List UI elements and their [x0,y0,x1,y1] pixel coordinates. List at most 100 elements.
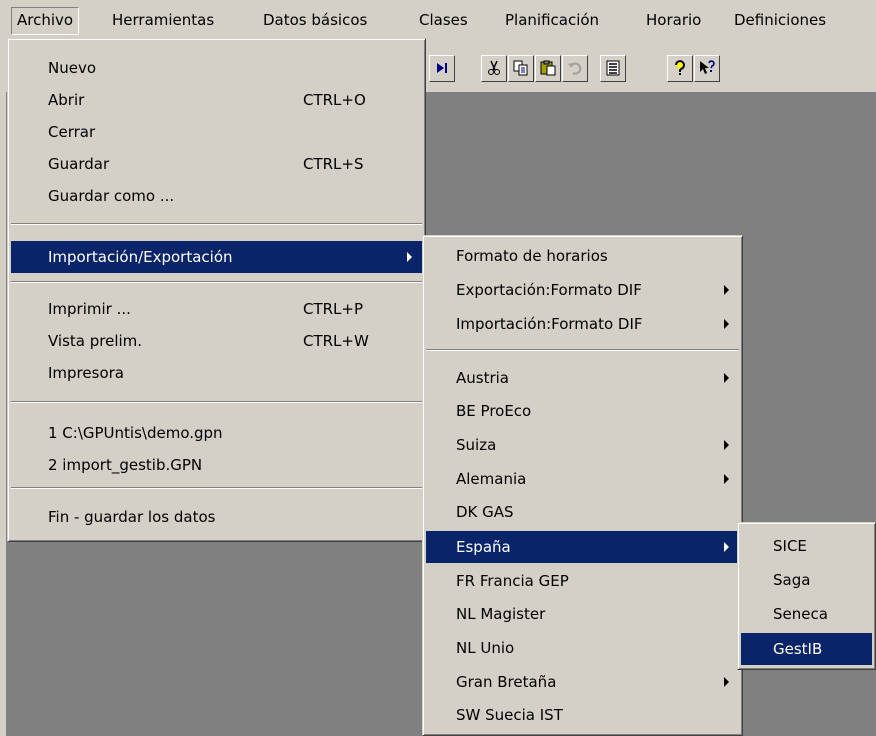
menu-horario[interactable]: Horario [641,7,706,33]
submenu-arrow-icon [724,285,729,295]
copy-icon [513,60,528,76]
copy-button[interactable] [508,55,534,82]
shortcut-label: CTRL+S [303,155,364,173]
menu-item-label: Abrir [48,91,85,109]
import-export-submenu: Formato de horarios Exportación:Formato … [422,235,743,736]
shortcut-label: CTRL+P [303,300,364,318]
submenu-item-sw-suecia-ist[interactable]: SW Suecia IST [426,699,739,731]
submenu-item-austria[interactable]: Austria [426,362,739,394]
submenu-item-dk-gas[interactable]: DK GAS [426,496,739,528]
shortcut-label: CTRL+W [303,332,369,350]
toolbar [425,38,876,92]
menu-separator [11,487,422,489]
submenu-arrow-icon [724,542,729,552]
submenu-item-nl-unio[interactable]: NL Unio [426,632,739,664]
submenu-item-alemania[interactable]: Alemania [426,463,739,495]
menu-item-label: FR Francia GEP [456,572,569,590]
menu-clases[interactable]: Clases [414,7,473,33]
last-record-icon [437,63,447,73]
menu-item-label: Nuevo [48,59,97,77]
menu-item-label: 1 C:\GPUntis\demo.gpn [48,424,223,442]
cut-button[interactable] [481,55,507,82]
menu-item-label: Importación/Exportación [48,248,233,266]
submenu-arrow-icon [724,677,729,687]
menu-item-label: NL Unio [456,639,515,657]
menu-archivo[interactable]: Archivo [11,7,80,35]
menu-item-label: Austria [456,369,509,387]
menu-item-recent-2[interactable]: 2 import_gestib.GPN [11,449,422,481]
submenu-item-gran-bretana[interactable]: Gran Bretaña [426,666,739,698]
submenu-arrow-icon [724,474,729,484]
menu-item-label: BE ProEco [456,402,532,420]
menu-item-label: Alemania [456,470,527,488]
submenu-item-fr-francia-gep[interactable]: FR Francia GEP [426,565,739,597]
submenu-item-formato-horarios[interactable]: Formato de horarios [426,240,739,272]
menu-item-close[interactable]: Cerrar [11,116,422,148]
menu-item-label: Formato de horarios [456,247,608,265]
menu-separator [426,349,739,351]
help-button[interactable] [667,55,693,82]
menu-item-label: SW Suecia IST [456,706,563,724]
menu-definiciones[interactable]: Definiciones [729,7,831,33]
submenu-arrow-icon [724,319,729,329]
menu-item-open[interactable]: Abrir CTRL+O [11,84,422,116]
menu-item-label: Imprimir ... [48,300,131,318]
menu-item-label: Importación:Formato DIF [456,315,643,333]
submenu-item-espana[interactable]: España [426,531,739,563]
last-record-button[interactable] [429,55,455,82]
paste-button[interactable] [535,55,561,82]
menu-datos-basicos[interactable]: Datos básicos [258,7,372,33]
menu-separator [11,281,422,283]
menu-item-label: Guardar [48,155,110,173]
menu-item-save-as[interactable]: Guardar como ... [11,180,422,212]
list-icon [606,60,620,76]
menu-item-label: Guardar como ... [48,187,175,205]
submenu-item-saga[interactable]: Saga [741,564,872,596]
menu-item-printer[interactable]: Impresora [11,357,422,389]
menu-item-label: Exportación:Formato DIF [456,281,642,299]
menu-item-exit[interactable]: Fin - guardar los datos [11,501,422,533]
submenu-item-be-proeco[interactable]: BE ProEco [426,395,739,427]
menu-item-save[interactable]: Guardar CTRL+S [11,148,422,180]
undo-button[interactable] [562,55,588,82]
menu-item-label: Cerrar [48,123,96,141]
menu-item-label: Vista prelim. [48,332,143,350]
menu-item-label: Gran Bretaña [456,673,557,691]
submenu-item-import-dif[interactable]: Importación:Formato DIF [426,308,739,340]
submenu-item-gestib[interactable]: GestIB [741,633,872,665]
menu-item-label: Suiza [456,436,497,454]
menu-separator [11,223,422,225]
list-button[interactable] [600,55,626,82]
submenu-item-nl-magister[interactable]: NL Magister [426,598,739,630]
menu-item-import-export[interactable]: Importación/Exportación [11,241,422,273]
submenu-arrow-icon [407,252,412,262]
menu-item-new[interactable]: Nuevo [11,52,422,84]
shortcut-label: CTRL+O [303,91,366,109]
menu-herramientas[interactable]: Herramientas [107,7,219,33]
menu-item-label: DK GAS [456,503,514,521]
paste-icon [540,60,556,76]
help-icon [675,60,685,75]
menu-item-label: Seneca [773,605,828,623]
menu-separator [11,401,422,403]
menu-bar: Archivo Herramientas Datos básicos Clase… [0,0,876,38]
menu-item-label: 2 import_gestib.GPN [48,456,203,474]
menu-item-label: Saga [773,571,811,589]
submenu-arrow-icon [724,440,729,450]
cut-icon [488,60,500,75]
submenu-arrow-icon [724,373,729,383]
menu-item-preview[interactable]: Vista prelim. CTRL+W [11,325,422,357]
menu-item-label: NL Magister [456,605,546,623]
submenu-item-sice[interactable]: SICE [741,530,872,562]
menu-planificacion[interactable]: Planificación [500,7,604,33]
submenu-item-suiza[interactable]: Suiza [426,429,739,461]
file-menu: Nuevo Abrir CTRL+O Cerrar Guardar CTRL+S… [7,38,426,542]
context-help-icon [700,60,715,74]
submenu-item-export-dif[interactable]: Exportación:Formato DIF [426,274,739,306]
submenu-item-seneca[interactable]: Seneca [741,598,872,630]
menu-item-label: Fin - guardar los datos [48,508,216,526]
menu-item-print[interactable]: Imprimir ... CTRL+P [11,293,422,325]
context-help-button[interactable] [694,55,720,82]
menu-item-label: Impresora [48,364,124,382]
menu-item-recent-1[interactable]: 1 C:\GPUntis\demo.gpn [11,417,422,449]
